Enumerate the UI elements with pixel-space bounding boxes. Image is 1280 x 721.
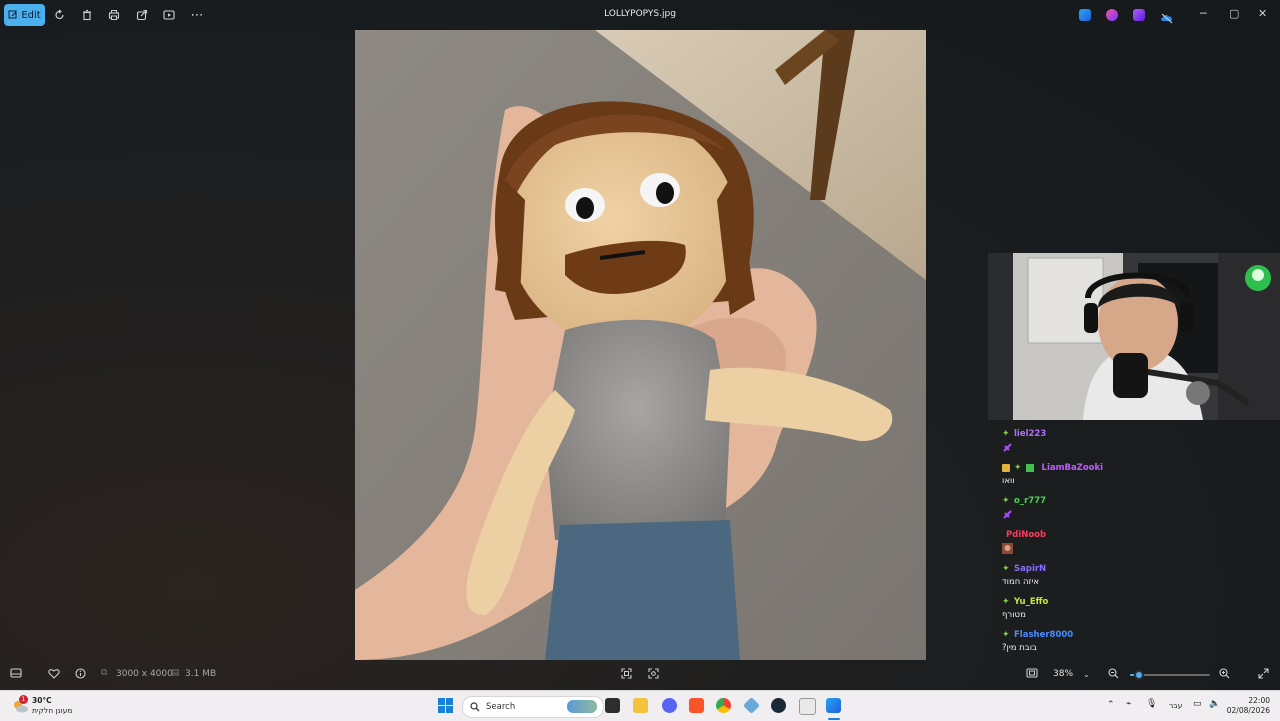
search-highlight-image — [567, 700, 597, 713]
purple-emote-icon — [1003, 510, 1012, 519]
app-shortcut-3[interactable] — [1133, 9, 1145, 21]
cloud-sync-button[interactable] — [1160, 9, 1173, 24]
fit-view-button[interactable] — [621, 668, 632, 682]
top-toolbar: Edit ⋯ LOLLYPOPYS.jpg ─ ▢ ✕ — [0, 0, 1280, 30]
diamond-badge-icon: ✦ — [1002, 597, 1010, 607]
file-size-icon: ▤ — [171, 668, 180, 678]
task-view-button[interactable] — [605, 698, 620, 713]
steam-button[interactable] — [771, 698, 786, 713]
network-icon[interactable]: ⌁ — [1126, 699, 1131, 709]
display-icon[interactable]: ▭ — [1193, 699, 1202, 709]
chat-message: PdiNoob — [1002, 529, 1262, 554]
clock-time[interactable]: 22:00 — [1230, 696, 1270, 705]
chat-text: איזה חמוד — [1002, 577, 1040, 587]
chat-message: ✦ LiamBaZooki וואו — [1002, 462, 1262, 486]
app-shortcut-2[interactable] — [1106, 9, 1118, 21]
microphone-icon[interactable]: 🎙 — [1146, 699, 1157, 709]
zoom-slider-thumb[interactable] — [1134, 670, 1144, 680]
zoom-in-icon — [1219, 668, 1230, 679]
start-button[interactable] — [438, 698, 453, 713]
fullscreen-icon — [1258, 668, 1269, 679]
app-shortcut-1[interactable] — [1079, 9, 1091, 21]
input-language[interactable]: עבר — [1169, 701, 1182, 710]
weather-temperature: 30°C — [32, 696, 52, 705]
filmstrip-button[interactable] — [10, 668, 22, 681]
fit-window-button[interactable] — [1026, 668, 1038, 681]
zoom-out-icon — [1108, 668, 1119, 679]
chat-username[interactable]: liel223 — [1014, 429, 1046, 439]
resolution-icon: ⧉ — [101, 668, 108, 678]
purple-emote-icon — [1003, 443, 1012, 452]
windows-taskbar: 1 30°C מעונן חלקית Search ⌃ ⌁ 🎙 עבר ▭ 🔈 … — [0, 690, 1280, 721]
file-explorer-button[interactable] — [633, 698, 648, 713]
weather-widget[interactable]: 1 30°C מעונן חלקית — [12, 695, 92, 717]
close-button[interactable]: ✕ — [1258, 7, 1267, 20]
chat-username[interactable]: SapirN — [1014, 564, 1046, 574]
filmstrip-icon — [10, 668, 22, 678]
chat-text: מטורף — [1002, 610, 1026, 620]
search-placeholder: Search — [486, 702, 516, 712]
onedrive-icon — [1161, 13, 1173, 24]
taskbar-search-box[interactable]: Search — [462, 696, 604, 718]
streamer-webcam-overlay — [988, 253, 1280, 420]
chat-username[interactable]: Flasher8000 — [1014, 630, 1073, 640]
chat-username[interactable]: PdiNoob — [1006, 530, 1046, 540]
weather-description: מעונן חלקית — [32, 706, 73, 715]
diamond-badge-icon: ✦ — [1002, 630, 1010, 640]
crown-badge-icon — [1002, 464, 1010, 472]
diamond-badge-icon: ✦ — [1002, 496, 1010, 506]
maximize-button[interactable]: ▢ — [1229, 7, 1239, 20]
tray-overflow-chevron-icon[interactable]: ⌃ — [1107, 700, 1115, 710]
info-icon — [75, 668, 86, 679]
chat-username[interactable]: LiamBaZooki — [1042, 463, 1104, 473]
visual-search-button[interactable] — [648, 668, 659, 682]
notification-badge: 1 — [19, 695, 28, 704]
chat-text: בובת מין? — [1002, 643, 1037, 653]
search-icon — [470, 702, 480, 712]
file-info-button[interactable] — [75, 668, 86, 682]
chat-message: ✦ Flasher8000 בובת מין? — [1002, 629, 1262, 653]
zoom-dropdown-chevron-icon[interactable]: ⌄ — [1083, 670, 1090, 679]
visual-search-icon — [648, 668, 659, 679]
fit-view-icon — [621, 668, 632, 679]
diamond-badge-icon: ✦ — [1002, 429, 1010, 439]
chat-username[interactable]: Yu_Effo — [1014, 597, 1048, 607]
zoom-in-button[interactable] — [1219, 668, 1230, 682]
heart-icon — [48, 669, 60, 679]
clock-date[interactable]: 02/08/2026 — [1222, 706, 1270, 715]
bottom-info-bar: ⧉ 3000 x 4000 ▤ 3.1 MB 38% ⌄ — [0, 660, 1280, 690]
file-size: 3.1 MB — [185, 669, 217, 679]
webcam-feed — [988, 253, 1280, 420]
minimize-button[interactable]: ─ — [1200, 7, 1207, 20]
stream-chat: ✦ liel223 ✦ LiamBaZooki וואו ✦ o_r777 Pd… — [1002, 428, 1262, 662]
fit-window-icon — [1026, 668, 1038, 678]
chat-message: ✦ Yu_Effo מטורף — [1002, 596, 1262, 620]
chat-message: ✦ liel223 — [1002, 428, 1262, 453]
photo-viewer-image[interactable] — [355, 30, 926, 660]
diamond-badge-icon: ✦ — [1002, 564, 1010, 574]
zoom-level[interactable]: 38% — [1053, 669, 1073, 679]
app-button-cube[interactable] — [799, 698, 816, 715]
chat-text: וואו — [1002, 476, 1015, 486]
chat-username[interactable]: o_r777 — [1014, 496, 1046, 506]
crochet-doll-photo — [355, 30, 926, 660]
brave-browser-button[interactable] — [689, 698, 704, 713]
windows-logo-icon — [438, 698, 453, 713]
zoom-out-button[interactable] — [1108, 668, 1119, 682]
face-emote-icon — [1002, 543, 1013, 554]
image-dimensions: 3000 x 4000 — [116, 669, 173, 679]
zoom-slider-track[interactable] — [1130, 670, 1210, 680]
discord-button[interactable] — [662, 698, 677, 713]
fullscreen-button[interactable] — [1258, 668, 1269, 682]
chat-message: ✦ o_r777 — [1002, 495, 1262, 520]
chat-message: ✦ SapirN איזה חמוד — [1002, 563, 1262, 587]
photos-app-button[interactable] — [826, 698, 841, 713]
diamond-badge-icon: ✦ — [1014, 463, 1022, 473]
chrome-button[interactable] — [716, 698, 731, 713]
volume-icon[interactable]: 🔈 — [1209, 699, 1220, 709]
favorite-button[interactable] — [48, 668, 60, 682]
app-button-diamond[interactable] — [743, 697, 760, 714]
sub-badge-icon — [1025, 464, 1034, 472]
